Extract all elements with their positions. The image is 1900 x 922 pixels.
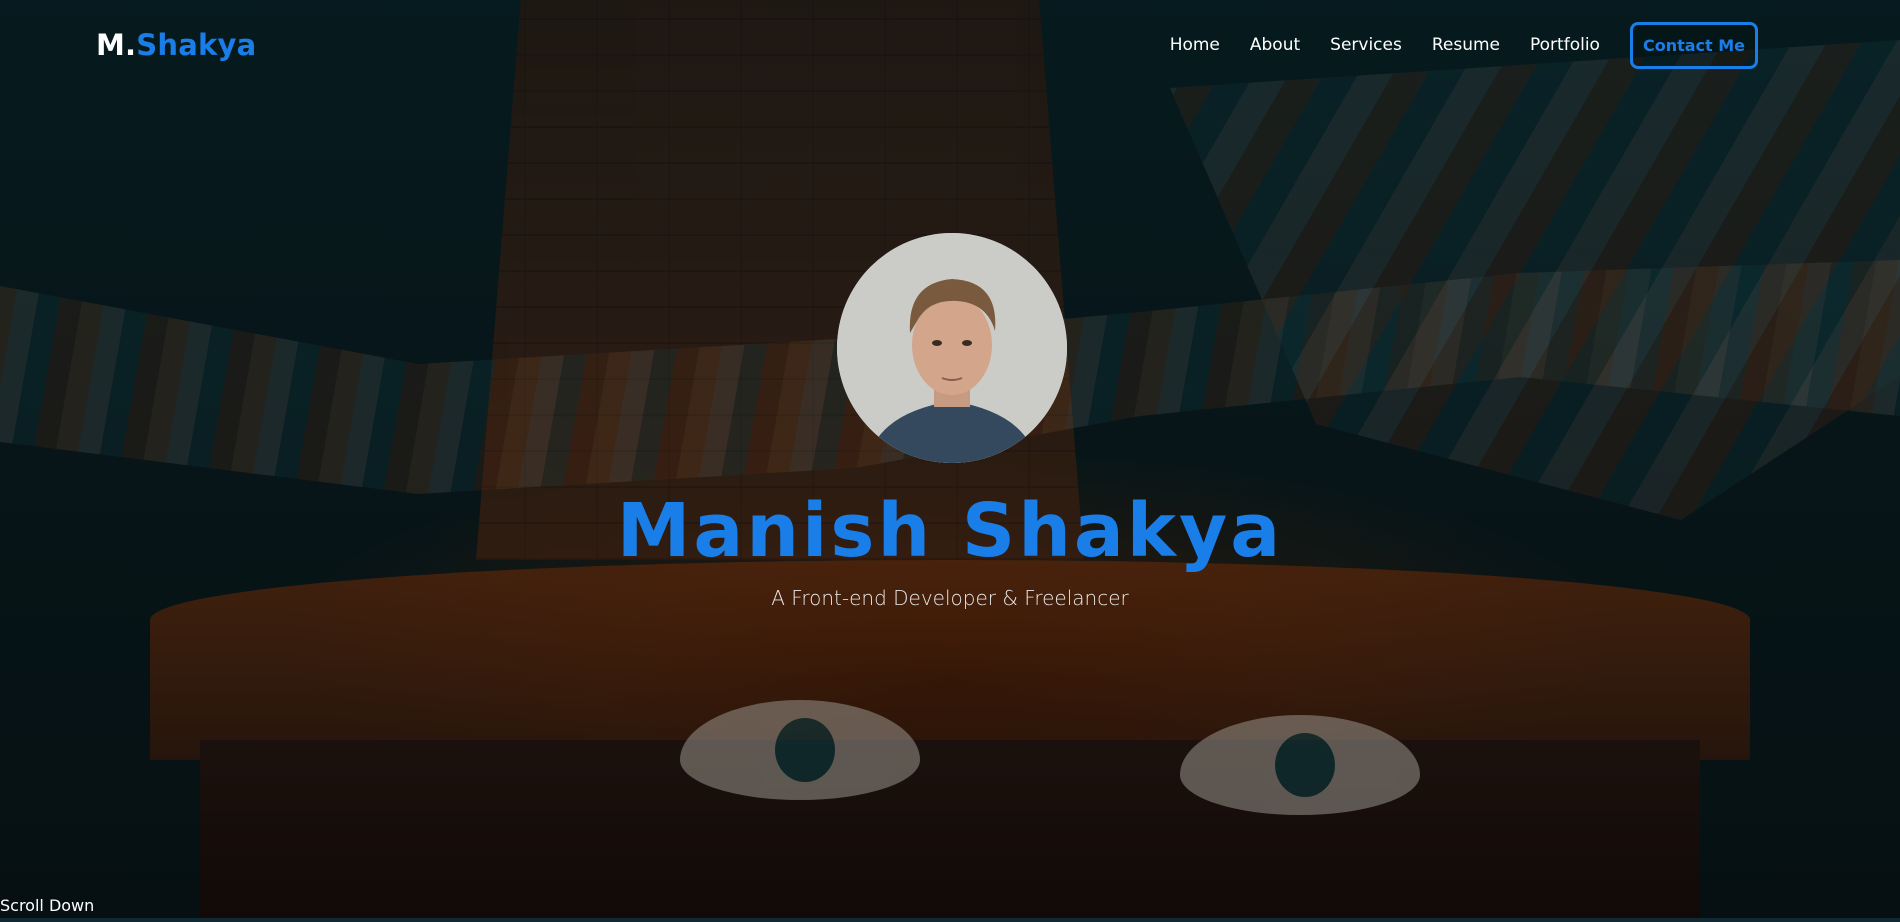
nav-services[interactable]: Services	[1330, 35, 1402, 55]
nav-portfolio[interactable]: Portfolio	[1530, 35, 1600, 55]
site-logo[interactable]: M. Shakya	[96, 28, 256, 62]
logo-suffix: Shakya	[136, 28, 257, 62]
bottom-divider	[0, 918, 1900, 922]
nav-about[interactable]: About	[1250, 35, 1300, 55]
hero-tagline: A Front-end Developer & Freelancer	[771, 586, 1129, 610]
hero-section: M. Shakya Home About Services Resume Por…	[0, 0, 1900, 922]
main-nav: Home About Services Resume Portfolio Con…	[1170, 21, 1758, 69]
contact-me-button[interactable]: Contact Me	[1629, 21, 1758, 69]
scroll-down-link[interactable]: Scroll Down	[0, 896, 94, 915]
navbar: M. Shakya Home About Services Resume Por…	[0, 0, 1900, 90]
nav-home[interactable]: Home	[1170, 35, 1220, 55]
profile-photo	[837, 233, 1067, 463]
nav-resume[interactable]: Resume	[1432, 35, 1500, 55]
hero-name: Manish Shakya	[616, 488, 1284, 574]
person-portrait-icon	[837, 233, 1067, 463]
logo-prefix: M.	[96, 28, 137, 62]
